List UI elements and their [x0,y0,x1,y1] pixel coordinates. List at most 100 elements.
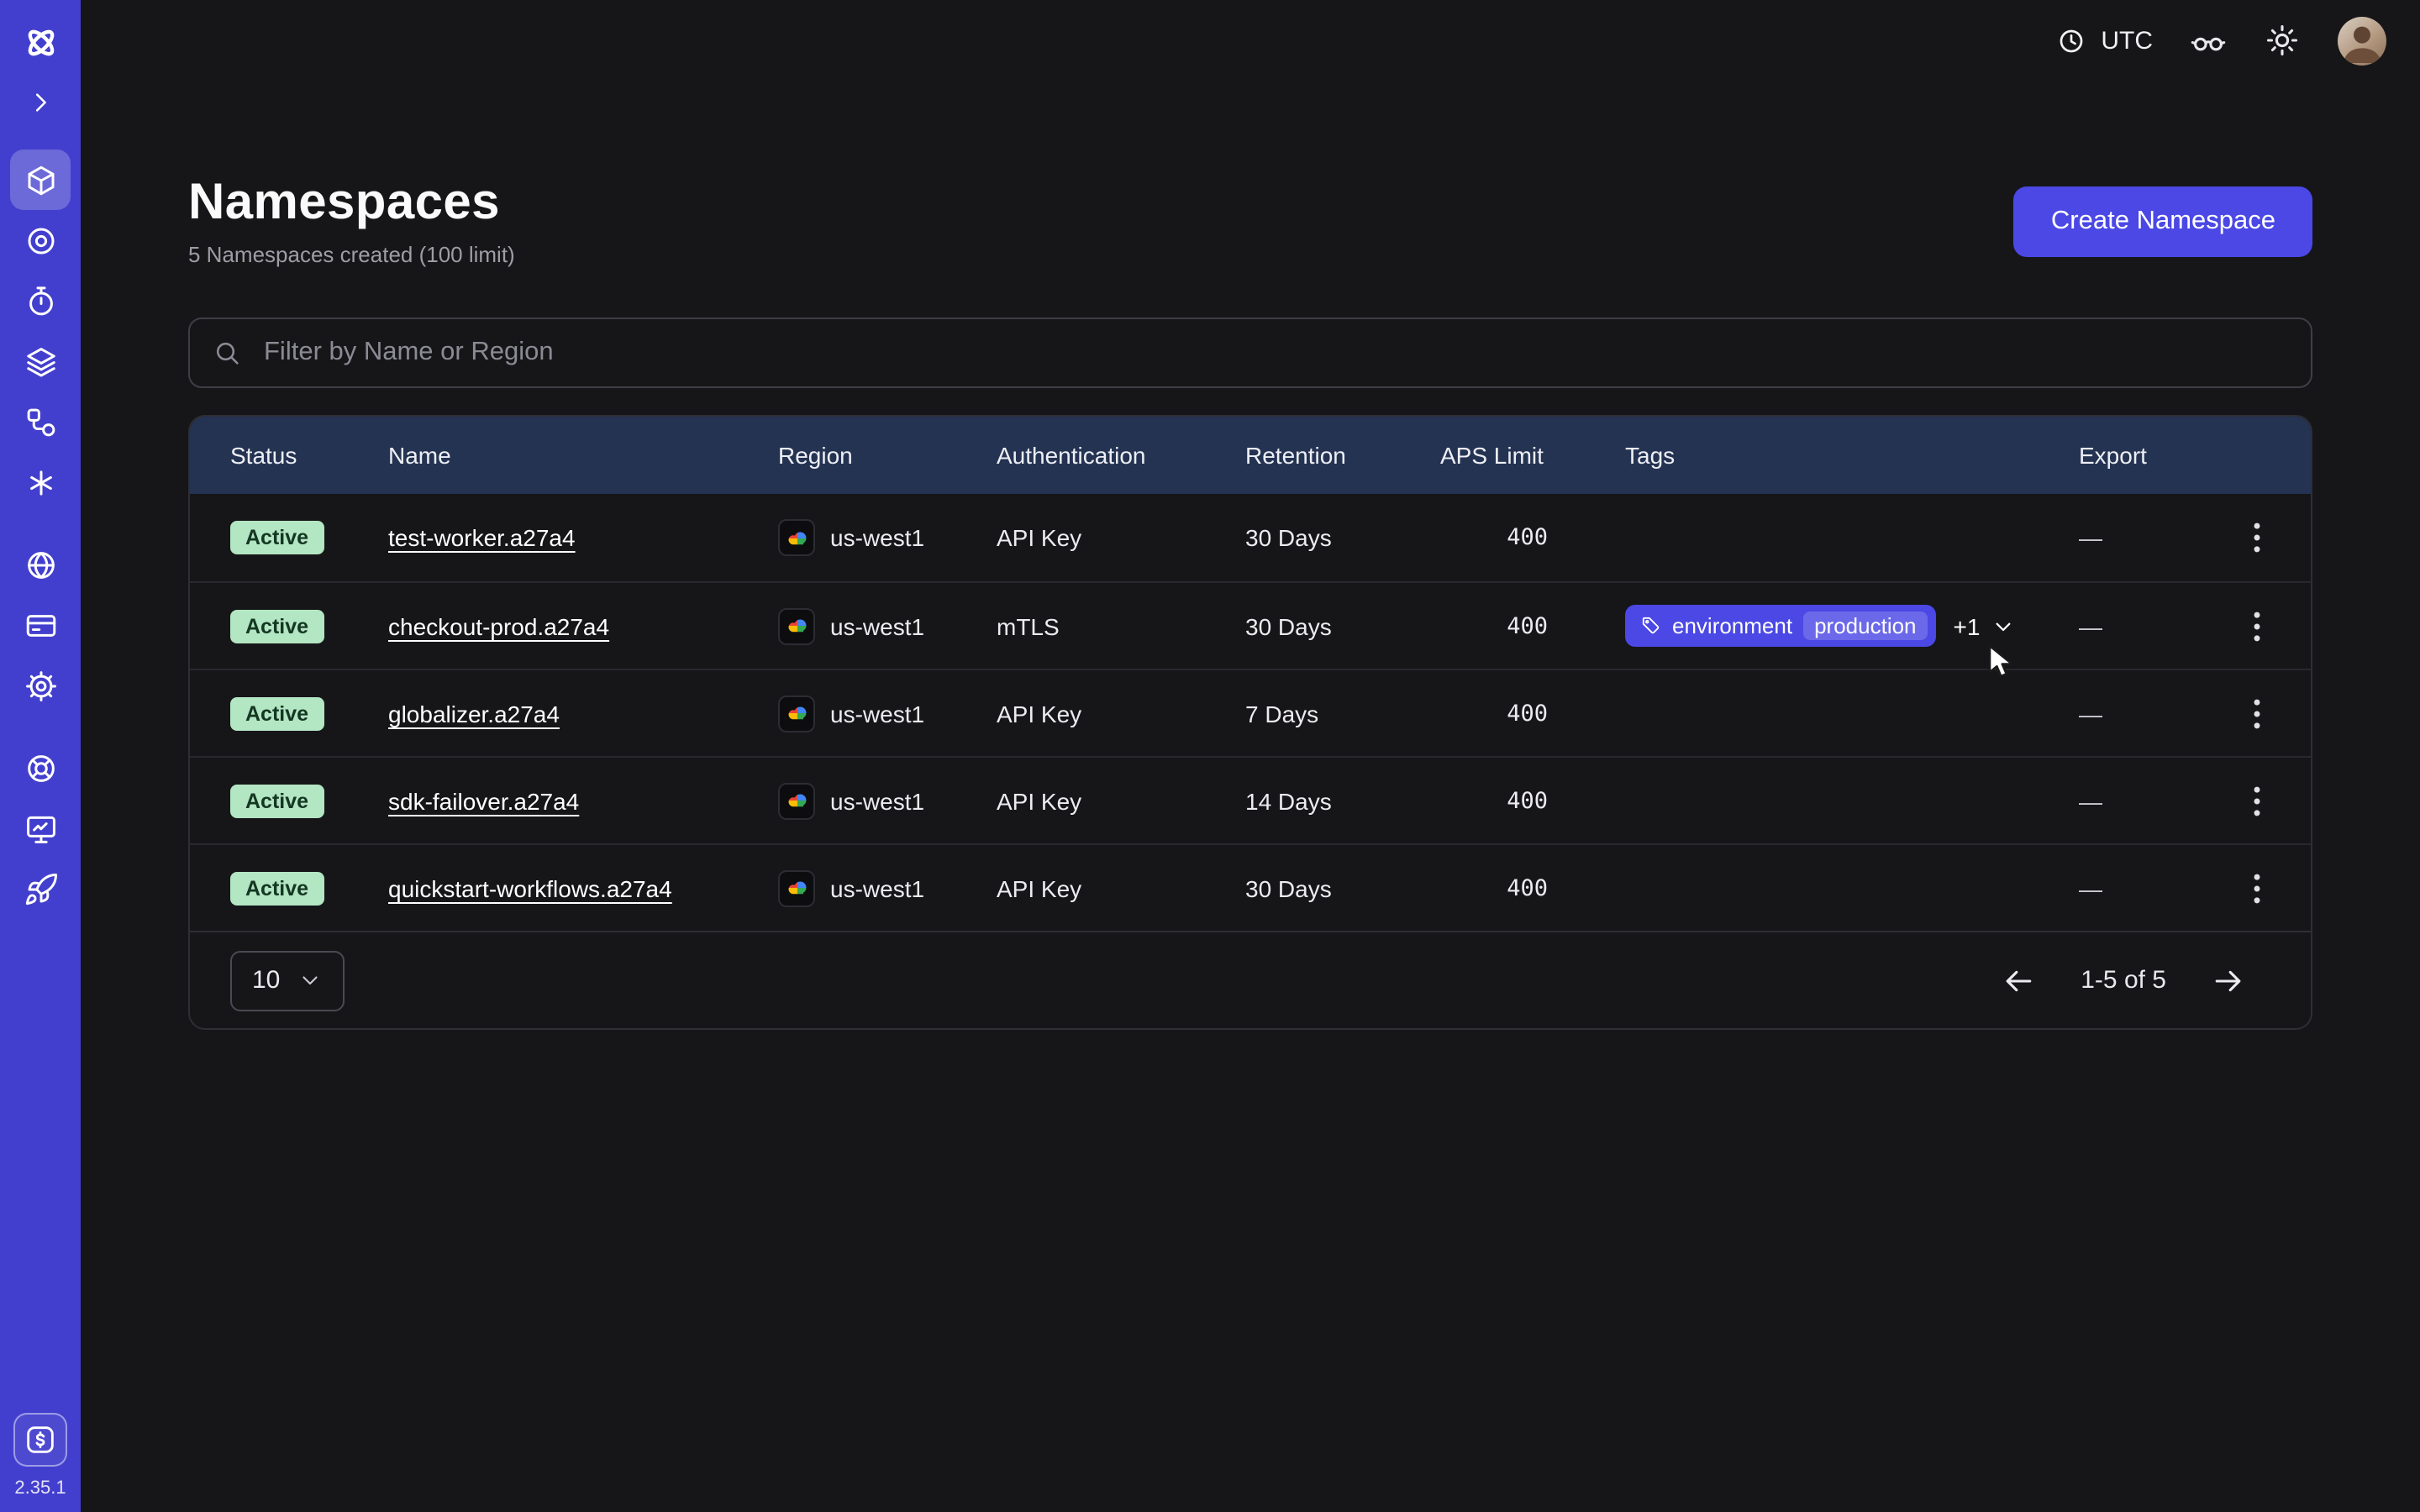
chevron-right-icon [25,87,55,118]
sidebar-item-namespaces[interactable] [10,150,71,210]
region-label: us-west1 [830,700,924,727]
gcp-cloud-icon [778,695,815,732]
timezone-button[interactable]: UTC [2055,24,2153,56]
kebab-icon [2235,691,2279,735]
status-badge: Active [230,521,324,554]
row-menu-button[interactable] [2235,604,2279,648]
table-row: Active quickstart-workflows.a27a4 us-wes… [190,843,2311,931]
name-cell: test-worker.a27a4 [388,524,778,551]
page-size-select[interactable]: 10 [230,950,344,1011]
namespace-link[interactable]: sdk-failover.a27a4 [388,787,579,814]
tag-value-label: production [1802,612,1928,640]
column-header-export: Export [2079,442,2223,469]
sidebar-item-workflows[interactable] [10,391,71,452]
export-value: — [2079,874,2223,901]
asterisk-icon [23,465,58,500]
layers-icon [23,344,58,379]
namespace-link[interactable]: globalizer.a27a4 [388,700,560,727]
table-row: Active globalizer.a27a4 us-west1 API Key… [190,669,2311,756]
sidebar-item-regions[interactable] [10,534,71,595]
region-cell: us-west1 [778,519,997,556]
arrow-right-icon [2210,962,2247,999]
clock-icon [2055,24,2087,56]
glasses-icon [2190,22,2227,59]
region-label: us-west1 [830,787,924,814]
auth-label: API Key [997,874,1245,901]
menu-cell [2223,604,2291,648]
retention-label: 30 Days [1245,874,1440,901]
topbar: UTC [81,0,2420,81]
table-header: StatusNameRegionAuthenticationRetentionA… [190,417,2311,494]
app-root: 2.35.1 UTC [0,0,2420,1512]
name-cell: sdk-failover.a27a4 [388,787,778,814]
user-avatar[interactable] [2338,16,2386,65]
sidebar-expand-button[interactable] [15,77,66,128]
row-menu-button[interactable] [2235,516,2279,559]
aps-limit-value: 400 [1440,524,1625,551]
menu-cell [2223,691,2291,735]
sidebar-item-deployments[interactable] [10,331,71,391]
monitor-chart-icon [23,811,58,846]
export-value: — [2079,524,2223,551]
sidebar-item-support[interactable] [10,738,71,798]
tags-group: environment production +1 [1625,605,2017,647]
usage-button[interactable] [13,1413,67,1467]
feedback-button[interactable] [2190,22,2227,59]
page-title: Namespaces [188,175,515,232]
gcp-cloud-icon [778,519,815,556]
sidebar-item-batch[interactable] [10,452,71,512]
pagination-range: 1-5 of 5 [2081,966,2166,995]
tags-cell: environment production +1 [1625,605,2079,647]
column-header-name: Name [388,442,778,469]
sidebar-item-observability[interactable] [10,798,71,858]
workflow-icon [23,404,58,439]
page-subtitle: 5 Namespaces created (100 limit) [188,242,515,267]
tag-chip[interactable]: environment production [1625,605,1937,647]
tags-expand-chevron[interactable] [1990,612,2017,639]
menu-cell [2223,779,2291,822]
sidebar-item-getting-started[interactable] [10,858,71,919]
region-label: us-west1 [830,612,924,639]
prev-page-button[interactable] [2000,962,2037,999]
region-cell: us-west1 [778,869,997,906]
row-menu-button[interactable] [2235,779,2279,822]
tag-icon [1640,615,1662,637]
sidebar-item-settings[interactable] [10,655,71,716]
region-cell: us-west1 [778,782,997,819]
namespace-link[interactable]: test-worker.a27a4 [388,524,576,551]
row-menu-button[interactable] [2235,866,2279,910]
create-namespace-button[interactable]: Create Namespace [2014,186,2312,256]
row-menu-button[interactable] [2235,691,2279,735]
search-input[interactable] [188,318,2312,388]
region-label: us-west1 [830,524,924,551]
column-header-aps-limit: APS Limit [1440,442,1625,469]
arrow-left-icon [2000,962,2037,999]
table-row: Active checkout-prod.a27a4 us-west1 mTLS… [190,581,2311,669]
theme-toggle-button[interactable] [2264,22,2301,59]
table-footer: 10 1-5 of 5 [190,931,2311,1028]
status-badge: Active [230,871,324,905]
column-header-tags: Tags [1625,442,2079,469]
sidebar-item-schedules[interactable] [10,270,71,331]
globe-icon [23,547,58,582]
sidebar-item-billing[interactable] [10,595,71,655]
column-header-status: Status [230,442,388,469]
sidebar-item-monitor[interactable] [10,210,71,270]
export-value: — [2079,612,2223,639]
export-value: — [2079,787,2223,814]
aps-limit-value: 400 [1440,787,1625,814]
status-cell: Active [230,871,388,905]
chevron-down-icon [297,968,322,993]
namespace-link[interactable]: quickstart-workflows.a27a4 [388,874,672,901]
temporal-logo[interactable] [15,17,66,67]
credit-card-icon [23,607,58,643]
region-label: us-west1 [830,874,924,901]
timezone-label: UTC [2101,26,2153,55]
namespace-link[interactable]: checkout-prod.a27a4 [388,612,609,639]
dollar-square-icon [24,1423,57,1457]
aps-limit-value: 400 [1440,874,1625,901]
status-badge: Active [230,696,324,730]
next-page-button[interactable] [2210,962,2247,999]
table-body: Active test-worker.a27a4 us-west1 API Ke… [190,494,2311,931]
kebab-icon [2235,604,2279,648]
